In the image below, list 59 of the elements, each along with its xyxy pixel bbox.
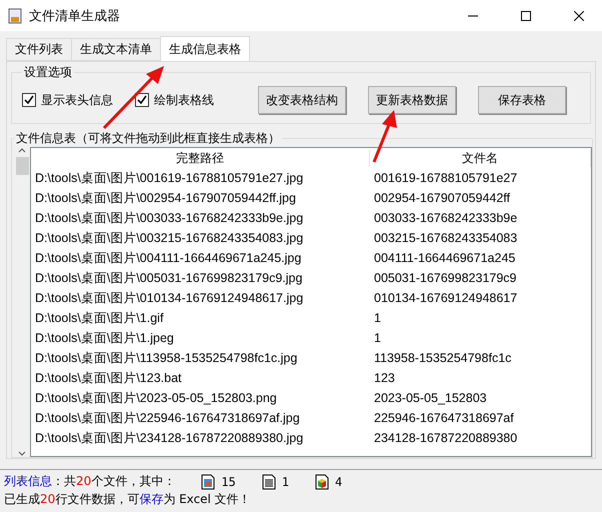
file-count: 4 [334,474,342,488]
checkbox-label: 显示表头信息 [41,92,113,108]
window-title: 文件清单生成器 [29,8,121,24]
group-title: 设置选项 [23,64,73,81]
table-cell-text: D:\tools\桌面\图片\113958-1535254798fc1c.jpg [34,350,298,366]
table-cell-text: 1 [373,331,382,345]
table-cell-text: 003215-16768243354083 [373,231,518,245]
button[interactable]: 更新表格数据 [368,86,456,114]
scrollbar[interactable] [14,147,30,457]
arrow-annotation [370,108,400,164]
table-cell-text: 005031-167699823179c9 [373,271,518,285]
group-title: 文件信息表（可将文件拖动到此框直接生成表格） [15,130,281,147]
text-file-icon [262,474,276,490]
table-cell-text: D:\tools\桌面\图片\234128-16787220889380.jpg [34,430,304,446]
file-count: 1 [282,474,289,488]
table-cell-text: 004111-1664469671a245 [373,251,516,265]
table-cell-text: D:\tools\桌面\图片\005031-167699823179c9.jpg [34,270,304,286]
table-cell-text: 010134-16769124948617 [373,291,518,305]
app-icon [8,8,22,24]
table-cell-text: D:\tools\桌面\图片\010134-16769124948617.jpg [34,290,304,306]
checkbox-label: 绘制表格线 [154,92,214,108]
table-cell-text: D:\tools\桌面\图片\123.bat [34,370,183,386]
button[interactable]: 改变表格结构 [258,86,346,114]
table-cell-text: D:\tools\桌面\图片\2023-05-05_152803.png [34,390,278,406]
column-header[interactable]: 完整路径 [31,150,370,166]
cube-file-icon [314,474,329,490]
checkbox[interactable] [22,93,36,107]
scroll-down-icon[interactable] [18,451,26,457]
scroll-thumb[interactable] [16,157,28,175]
checkbox[interactable] [135,93,149,107]
table-cell-text: D:\tools\桌面\图片\1.jpeg [34,330,175,346]
maximize-icon[interactable] [521,10,531,20]
table-cell-text: 123 [373,371,396,385]
tab[interactable]: 文件列表 [6,38,72,61]
table-cell-text: 234128-16787220889380 [373,431,518,445]
button[interactable]: 保存表格 [478,86,566,114]
table-cell-text: 003033-16768242333b9e [373,211,518,225]
table-cell-text: 225946-167647318697af [373,411,515,425]
table-cell-text: 001619-16788105791e27 [373,171,518,185]
table-cell-text: 113958-1535254798fc1c [373,351,512,365]
table-cell-text: 2023-05-05_152803 [373,391,488,405]
tab[interactable]: 生成信息表格 [160,36,250,61]
table-cell-text: D:\tools\桌面\图片\002954-167907059442ff.jpg [34,190,297,206]
table-cell-text: D:\tools\桌面\图片\225946-167647318697af.jpg [34,410,301,426]
status-text: 已生成20行文件数据，可保存为 Excel 文件！ [4,491,251,508]
table-cell-text: D:\tools\桌面\图片\003033-16768242333b9e.jpg [34,210,304,226]
status-text: 列表信息：共20个文件，其中： [4,473,176,490]
table-cell-text: 002954-167907059442ff [373,191,512,205]
close-icon[interactable] [574,10,584,20]
tab[interactable]: 生成文本清单 [71,38,161,61]
table-cell-text: D:\tools\桌面\图片\003215-16768243354083.jpg [34,230,304,246]
table-cell-text: D:\tools\桌面\图片\1.gif [34,310,164,326]
table-cell-text: 1 [373,311,382,325]
column-header[interactable]: 文件名 [370,150,591,166]
table-cell-text: D:\tools\桌面\图片\001619-16788105791e27.jpg [34,170,304,186]
file-count: 15 [221,474,236,488]
image-file-icon [201,474,216,490]
table-cell-text: D:\tools\桌面\图片\004111-1664469671a245.jpg [34,250,302,266]
scroll-up-icon[interactable] [18,147,26,153]
